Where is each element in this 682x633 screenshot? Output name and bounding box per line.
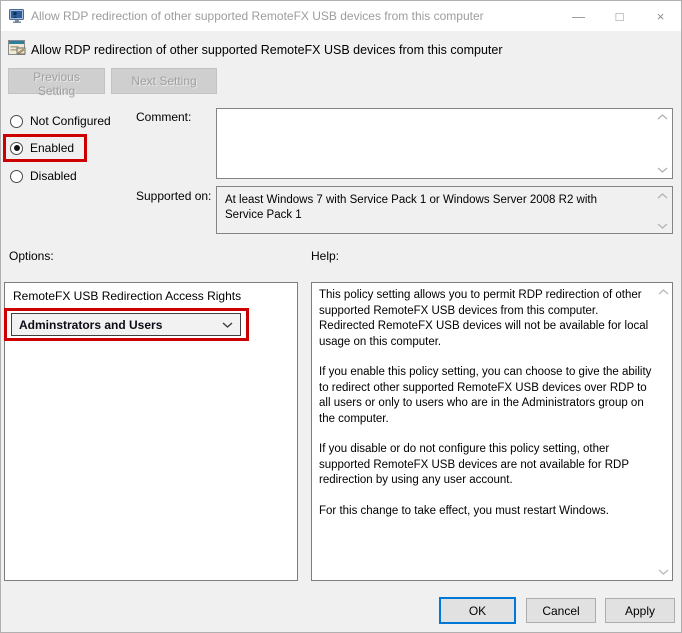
help-label: Help: — [311, 249, 339, 263]
radio-row-disabled[interactable]: Disabled — [3, 162, 90, 190]
help-scroll-up-icon[interactable] — [658, 289, 669, 295]
minimize-button[interactable]: — — [558, 1, 599, 31]
supported-on-text: At least Windows 7 with Service Pack 1 o… — [225, 194, 597, 221]
next-setting-button[interactable]: Next Setting — [111, 68, 217, 94]
help-paragraph: This policy setting allows you to permit… — [319, 288, 655, 350]
policy-setting-dialog: Allow RDP redirection of other supported… — [0, 0, 682, 633]
cancel-button[interactable]: Cancel — [526, 598, 596, 623]
access-rights-dropdown[interactable]: Adminstrators and Users — [11, 313, 241, 336]
radio-label: Not Configured — [30, 114, 111, 128]
apply-button[interactable]: Apply — [605, 598, 675, 623]
options-label: Options: — [9, 249, 54, 263]
chevron-down-icon — [222, 322, 233, 328]
previous-setting-button[interactable]: Previous Setting — [8, 68, 105, 94]
policy-setting-icon — [8, 40, 27, 59]
help-paragraph: If you disable or do not configure this … — [319, 442, 655, 489]
help-text: This policy setting allows you to permit… — [319, 288, 655, 534]
dropdown-selected-value: Adminstrators and Users — [19, 318, 162, 332]
supported-scroll-down-icon[interactable] — [657, 223, 668, 229]
radio-label: Enabled — [30, 141, 74, 155]
help-paragraph: For this change to take effect, you must… — [319, 504, 655, 520]
radio-button-icon[interactable] — [10, 115, 23, 128]
remote-desktop-app-icon — [9, 8, 25, 27]
comment-scroll-up-icon[interactable] — [657, 114, 668, 120]
comment-scroll-down-icon[interactable] — [657, 167, 668, 173]
window-controls: — □ × — [558, 1, 681, 31]
access-rights-setting-label: RemoteFX USB Redirection Access Rights — [13, 289, 241, 303]
radio-label: Disabled — [30, 169, 77, 183]
radio-button-icon[interactable] — [10, 142, 23, 155]
maximize-button[interactable]: □ — [599, 1, 640, 31]
close-button[interactable]: × — [640, 1, 681, 31]
radio-row-enabled[interactable]: Enabled — [3, 134, 87, 162]
supported-on-box: At least Windows 7 with Service Pack 1 o… — [216, 186, 673, 234]
supported-on-label: Supported on: — [136, 189, 211, 203]
comment-textarea[interactable] — [216, 108, 673, 179]
radio-button-icon[interactable] — [10, 170, 23, 183]
comment-label: Comment: — [136, 110, 191, 124]
window-title: Allow RDP redirection of other supported… — [31, 9, 484, 23]
policy-title: Allow RDP redirection of other supported… — [31, 43, 503, 57]
help-paragraph: If you enable this policy setting, you c… — [319, 365, 655, 427]
ok-button[interactable]: OK — [439, 597, 516, 624]
radio-row-not-configured[interactable]: Not Configured — [3, 107, 124, 135]
titlebar[interactable]: Allow RDP redirection of other supported… — [1, 1, 681, 31]
supported-scroll-up-icon[interactable] — [657, 193, 668, 199]
help-scroll-down-icon[interactable] — [658, 569, 669, 575]
